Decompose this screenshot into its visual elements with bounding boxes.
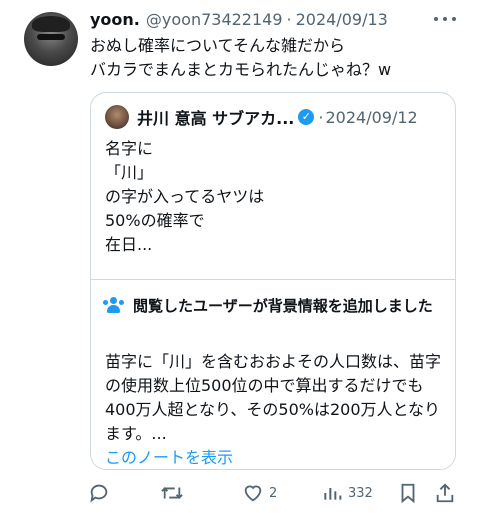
views-count: 332 [348,485,373,501]
avatar-hair [32,16,70,32]
community-note[interactable]: 閲覧したユーザーが背景情報を追加しました 苗字に「川」を含むおおよその人口数は、… [91,279,455,469]
like-icon [244,485,262,502]
display-name[interactable]: yoon. [90,10,140,29]
action-bar: 2 332 [84,480,460,508]
share-icon [436,483,454,503]
share-button[interactable] [434,480,456,506]
quoted-header: 井川 意高 サブアカ... ✓ · 2024/09/12 [105,105,443,129]
quoted-avatar [105,105,129,129]
views-button[interactable]: 332 [322,480,373,506]
separator: · [286,9,292,29]
show-note-link[interactable]: このノートを表示 [105,444,233,468]
avatar-glasses [37,34,65,40]
quoted-text: 名字に 「川」 の字が入ってるヤツは 50%の確率で 在日... [105,139,265,254]
tweet-text: おぬし確率についてそんな雑だから バカラでまんまとカモられたんじゃね？w [90,36,392,79]
retweet-button[interactable] [160,480,184,506]
quoted-display-name: 井川 意高 サブアカ... [137,109,295,128]
views-icon [324,488,342,500]
note-body: 苗字に「川」を含むおおよその人口数は、苗字の使用数上位500位の中で算出するだけ… [105,352,442,443]
more-icon[interactable] [434,10,456,28]
avatar[interactable] [24,12,78,66]
like-button[interactable]: 2 [242,480,277,506]
people-icon [103,297,125,315]
quoted-separator: · [318,107,324,127]
verified-icon: ✓ [298,109,315,125]
handle[interactable]: @yoon73422149 [146,10,283,29]
quoted-date: 2024/09/12 [325,107,418,127]
note-heading: 閲覧したユーザーが背景情報を追加しました [133,297,433,315]
quoted-tweet[interactable]: 井川 意高 サブアカ... ✓ · 2024/09/12 名字に 「川」 の字が… [90,92,456,470]
tweet-date[interactable]: 2024/09/13 [296,10,388,29]
reply-button[interactable] [88,480,110,506]
like-count: 2 [269,485,278,501]
bookmark-button[interactable] [398,480,418,506]
note-heading-row: 閲覧したユーザーが背景情報を追加しました [103,294,441,318]
tweet-header: yoon. @yoon73422149 · 2024/09/13 [90,8,440,30]
retweet-icon [161,487,183,499]
bookmark-icon [401,483,415,504]
reply-icon [90,484,108,503]
